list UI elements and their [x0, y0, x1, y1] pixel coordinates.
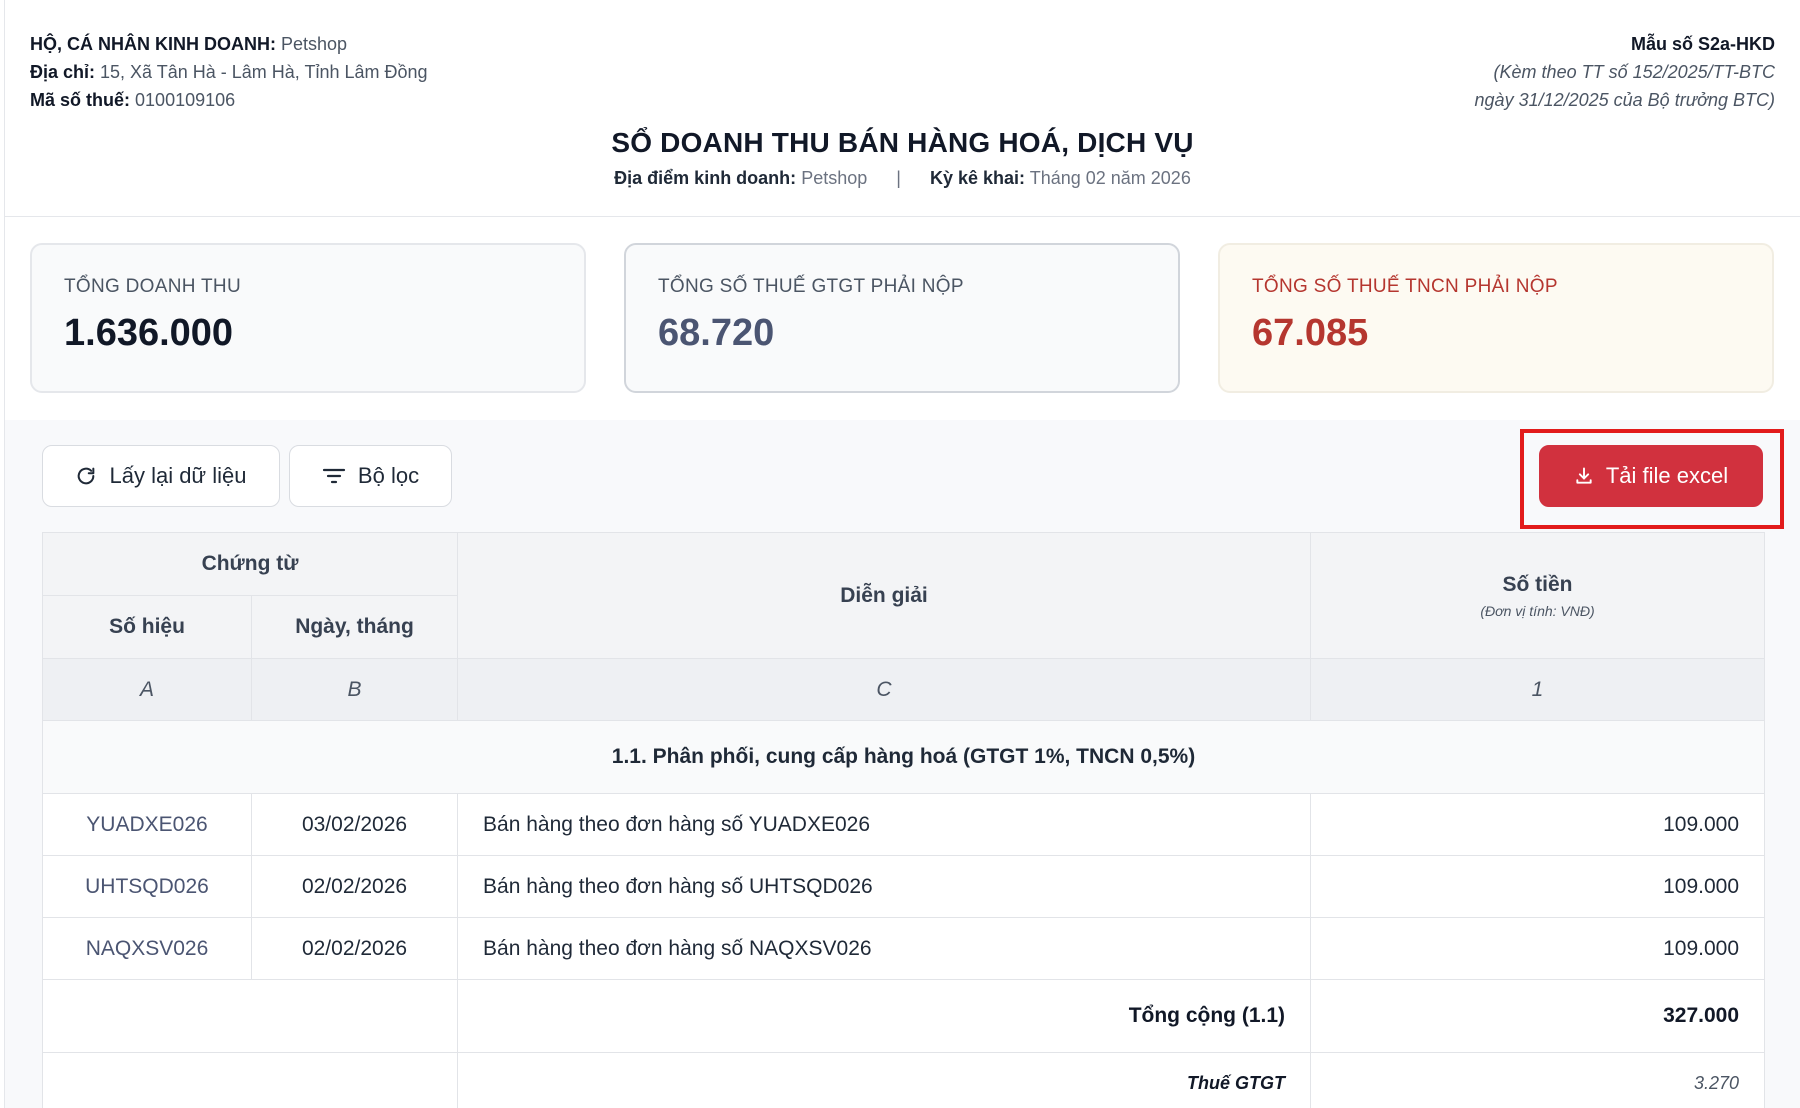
total-label: Tổng cộng (1.1): [457, 979, 1312, 1053]
location-label: Địa điểm kinh doanh:: [614, 168, 797, 188]
form-note-line2: ngày 31/12/2025 của Bộ trưởng BTC): [1474, 90, 1775, 110]
business-name-line: HỘ, CÁ NHÂN KINH DOANH: Petshop: [30, 30, 428, 58]
doc-date-cell: 02/02/2026: [250, 855, 459, 918]
address-value: 15, Xã Tân Hà - Lâm Hà, Tỉnh Lâm Đồng: [100, 62, 428, 82]
column-letter-a: A: [42, 658, 252, 721]
doc-no-cell: NAQXSV026: [42, 917, 252, 980]
total-empty-cell: [41, 979, 459, 1053]
pit-label: TỔNG SỐ THUẾ TNCN PHẢI NỘP: [1252, 276, 1558, 297]
title-block: SỔ DOANH THU BÁN HÀNG HOÁ, DỊCH VỤ Địa đ…: [5, 126, 1800, 190]
report-page: HỘ, CÁ NHÂN KINH DOANH: Petshop Địa chỉ:…: [4, 0, 1800, 1108]
subtitle-separator: |: [896, 168, 901, 188]
business-label: HỘ, CÁ NHÂN KINH DOANH:: [30, 34, 276, 54]
doc-no-cell: UHTSQD026: [42, 855, 252, 918]
total-row: Tổng cộng (1.1) 327.000: [41, 979, 1766, 1053]
tax-code-line: Mã số thuế: 0100109106: [30, 86, 428, 114]
doc-date-header: Ngày, tháng: [250, 595, 459, 659]
description-cell: Bán hàng theo đơn hàng số YUADXE026: [457, 793, 1312, 856]
description-cell: Bán hàng theo đơn hàng số UHTSQD026: [457, 855, 1312, 918]
address-line: Địa chỉ: 15, Xã Tân Hà - Lâm Hà, Tỉnh Lâ…: [30, 58, 428, 86]
group-row: 1.1. Phân phối, cung cấp hàng hoá (GTGT …: [41, 720, 1766, 794]
revenue-table: Chứng từ Diễn giải Số tiền (Đơn vị tính:…: [41, 532, 1766, 1108]
table-row[interactable]: UHTSQD026 02/02/2026 Bán hàng theo đơn h…: [42, 855, 1766, 918]
tax-code-label: Mã số thuế:: [30, 90, 131, 110]
tax-code-value: 0100109106: [135, 90, 236, 110]
summary-cards: TỔNG DOANH THU 1.636.000 TỔNG SỐ THUẾ GT…: [5, 217, 1800, 420]
vat-empty-cell: [41, 1052, 459, 1108]
work-area: Lấy lại dữ liệu Bộ lọc Tải file excel Ch…: [5, 420, 1800, 1108]
group-title: 1.1. Phân phối, cung cấp hàng hoá (GTGT …: [41, 720, 1766, 794]
revenue-value: 1.636.000: [64, 312, 234, 354]
revenue-label: TỔNG DOANH THU: [64, 276, 241, 297]
period-label: Kỳ kê khai:: [929, 168, 1026, 188]
filter-label: Bộ lọc: [357, 463, 420, 488]
revenue-card: TỔNG DOANH THU 1.636.000: [30, 243, 586, 393]
form-number: Mẫu số S2a-HKD: [1630, 34, 1775, 54]
amount-unit-note: (Đơn vị tính: VNĐ): [1480, 602, 1595, 619]
column-letter-row: A B C 1: [42, 658, 1766, 721]
pit-card: TỔNG SỐ THUẾ TNCN PHẢI NỘP 67.085: [1218, 243, 1774, 393]
revenue-table-wrap: Chứng từ Diễn giải Số tiền (Đơn vị tính:…: [41, 532, 1766, 1108]
address-label: Địa chỉ:: [30, 62, 96, 82]
amount-cell: 109.000: [1310, 793, 1766, 856]
business-info: HỘ, CÁ NHÂN KINH DOANH: Petshop Địa chỉ:…: [30, 30, 428, 114]
download-excel-label: Tải file excel: [1605, 463, 1729, 488]
amount-header: Số tiền (Đơn vị tính: VNĐ): [1310, 532, 1766, 659]
description-header: Diễn giải: [457, 532, 1312, 659]
business-name: Petshop: [281, 34, 348, 54]
doc-date-cell: 02/02/2026: [250, 917, 459, 980]
doc-no-header: Số hiệu: [42, 595, 252, 659]
voucher-header: Chứng từ: [41, 532, 459, 596]
doc-no-cell: YUADXE026: [42, 793, 252, 856]
column-letter-b: B: [250, 658, 459, 721]
amount-cell: 109.000: [1310, 917, 1766, 980]
pit-value: 67.085: [1252, 312, 1369, 354]
refresh-label: Lấy lại dữ liệu: [109, 463, 247, 488]
page-title: SỔ DOANH THU BÁN HÀNG HOÁ, DỊCH VỤ: [611, 127, 1194, 158]
period-value: Tháng 02 năm 2026: [1029, 168, 1191, 188]
table-row[interactable]: NAQXSV026 02/02/2026 Bán hàng theo đơn h…: [42, 917, 1766, 980]
amount-header-label: Số tiền: [1502, 572, 1573, 596]
download-excel-button[interactable]: Tải file excel: [1539, 445, 1763, 507]
vat-label: TỔNG SỐ THUẾ GTGT PHẢI NỘP: [658, 276, 964, 297]
report-header: HỘ, CÁ NHÂN KINH DOANH: Petshop Địa chỉ:…: [5, 0, 1800, 217]
vat-card: TỔNG SỐ THUẾ GTGT PHẢI NỘP 68.720: [624, 243, 1180, 393]
filter-icon: [322, 466, 346, 486]
amount-cell: 109.000: [1310, 855, 1766, 918]
refresh-button[interactable]: Lấy lại dữ liệu: [42, 445, 280, 507]
total-amount: 327.000: [1310, 979, 1766, 1053]
form-note-line1: (Kèm theo TT số 152/2025/TT-BTC: [1493, 62, 1775, 82]
refresh-icon: [75, 465, 97, 487]
column-letter-c: C: [457, 658, 1312, 721]
vat-row: Thuế GTGT 3.270: [41, 1052, 1766, 1108]
column-letter-1: 1: [1310, 658, 1766, 721]
report-subtitle: Địa điểm kinh doanh: Petshop | Kỳ kê kha…: [5, 166, 1800, 190]
vat-value: 68.720: [658, 312, 775, 354]
vat-row-label: Thuế GTGT: [457, 1052, 1312, 1108]
download-icon: [1574, 466, 1594, 486]
table-row[interactable]: YUADXE026 03/02/2026 Bán hàng theo đơn h…: [42, 793, 1766, 856]
location-value: Petshop: [801, 168, 868, 188]
doc-date-cell: 03/02/2026: [250, 793, 459, 856]
description-cell: Bán hàng theo đơn hàng số NAQXSV026: [457, 917, 1312, 980]
form-info: Mẫu số S2a-HKD (Kèm theo TT số 152/2025/…: [1475, 30, 1775, 114]
vat-row-amount: 3.270: [1310, 1052, 1766, 1108]
filter-button[interactable]: Bộ lọc: [289, 445, 452, 507]
